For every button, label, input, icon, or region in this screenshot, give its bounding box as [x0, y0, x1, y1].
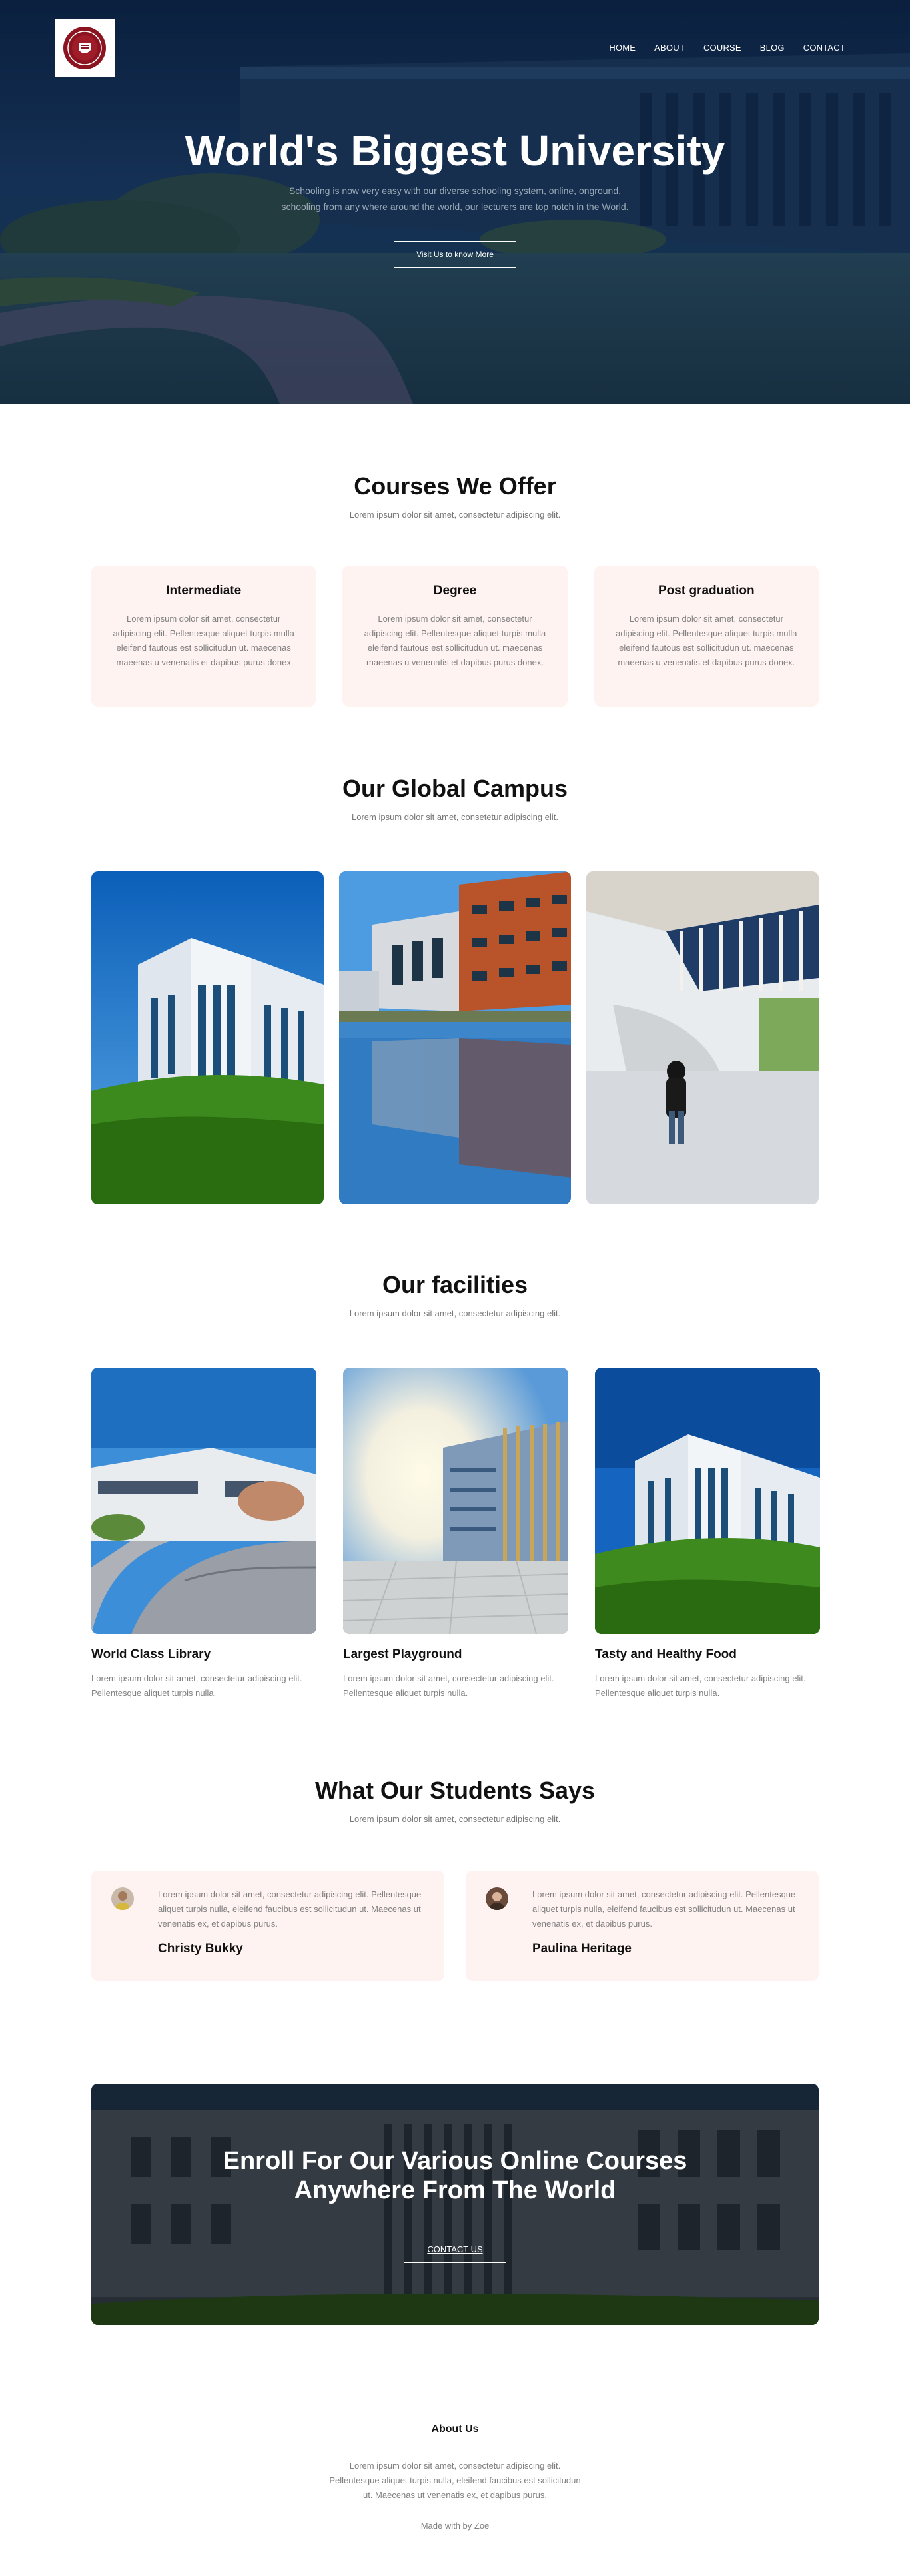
course-card-title: Intermediate: [166, 584, 242, 598]
cta-section: Enroll For Our Various Online Courses An…: [0, 1981, 910, 2325]
course-card-degree[interactable]: Degree Lorem ipsum dolor sit amet, conse…: [342, 566, 568, 707]
cta-banner: Enroll For Our Various Online Courses An…: [91, 2084, 819, 2325]
footer-text-line3: ut. Maecenas ut venenatis ex, et dapibus…: [362, 2490, 548, 2500]
avatar: [486, 1887, 508, 1910]
campus-title: Our Global Campus: [342, 775, 568, 802]
course-card-text: Lorem ipsum dolor sit amet, consectetur …: [113, 614, 294, 667]
testimonial-name: Paulina Heritage: [532, 1942, 632, 1956]
testimonial-cards: Lorem ipsum dolor sit amet, consectetur …: [91, 1871, 819, 1981]
footer-text: Lorem ipsum dolor sit amet, consectetur …: [0, 2459, 910, 2503]
top-navigation: HOME ABOUT COURSE BLOG CONTACT: [55, 19, 855, 77]
hero-title: World's Biggest University: [185, 127, 725, 175]
cta-title: Enroll For Our Various Online Courses An…: [223, 2146, 687, 2204]
nav-blog[interactable]: BLOG: [760, 43, 785, 53]
footer-text-line2: Pellentesque aliquet turpis nulla, eleif…: [329, 2475, 581, 2485]
testimonials-title: What Our Students Says: [314, 1777, 596, 1804]
course-cards: Intermediate Lorem ipsum dolor sit amet,…: [91, 566, 819, 707]
testimonials-section: What Our Students Says Lorem ipsum dolor…: [0, 1701, 910, 1981]
campus-section: Our Global Campus Lorem ipsum dolor sit …: [0, 707, 910, 1204]
facility-text: Lorem ipsum dolor sit amet, consectetur …: [91, 1673, 302, 1698]
course-card-title: Degree: [433, 584, 477, 598]
testimonial-text: Lorem ipsum dolor sit amet, consectetur …: [532, 1889, 796, 1929]
contact-us-button[interactable]: CONTACT US: [404, 2235, 506, 2263]
footer-title: About Us: [431, 2423, 479, 2435]
testimonial-card: Lorem ipsum dolor sit amet, consectetur …: [466, 1871, 819, 1981]
university-logo[interactable]: [55, 19, 115, 77]
facility-card-food[interactable]: Tasty and Healthy Food Lorem ipsum dolor…: [595, 1368, 820, 1701]
testimonials-subtitle: Lorem ipsum dolor sit amet, consectetur …: [349, 1814, 561, 1824]
facilities-title: Our facilities: [382, 1271, 528, 1298]
courses-section: Courses We Offer Lorem ipsum dolor sit a…: [0, 404, 910, 707]
facility-card-library[interactable]: World Class Library Lorem ipsum dolor si…: [91, 1368, 316, 1701]
facility-cards: World Class Library Lorem ipsum dolor si…: [91, 1368, 820, 1701]
facility-image-playground: [343, 1368, 568, 1634]
nav-course[interactable]: COURSE: [703, 43, 741, 53]
course-card-intermediate[interactable]: Intermediate Lorem ipsum dolor sit amet,…: [91, 566, 316, 707]
course-card-text: Lorem ipsum dolor sit amet, consectetur …: [364, 614, 546, 667]
course-card-post-graduation[interactable]: Post graduation Lorem ipsum dolor sit am…: [594, 566, 819, 707]
avatar: [111, 1887, 134, 1910]
facility-text: Lorem ipsum dolor sit amet, consectetur …: [343, 1673, 554, 1698]
nav-home[interactable]: HOME: [609, 43, 636, 53]
course-card-title: Post graduation: [658, 584, 755, 598]
courses-title: Courses We Offer: [354, 472, 556, 500]
nav-contact[interactable]: CONTACT: [803, 43, 845, 53]
facility-image-food: [595, 1368, 820, 1634]
hero-content: World's Biggest University Schooling is …: [0, 125, 910, 268]
testimonial-card: Lorem ipsum dolor sit amet, consectetur …: [91, 1871, 444, 1981]
testimonial-body: Lorem ipsum dolor sit amet, consectetur …: [158, 1887, 424, 1981]
footer: About Us Lorem ipsum dolor sit amet, con…: [0, 2325, 910, 2563]
hero-subtitle-line1: Schooling is now very easy with our dive…: [288, 185, 622, 196]
hero-subtitle: Schooling is now very easy with our dive…: [0, 183, 910, 215]
campus-subtitle: Lorem ipsum dolor sit amet, consetetur a…: [352, 812, 558, 822]
campus-image-white-building: [91, 871, 324, 1204]
hero-section: HOME ABOUT COURSE BLOG CONTACT World's B…: [0, 0, 910, 404]
facility-image-library: [91, 1368, 316, 1634]
courses-subtitle: Lorem ipsum dolor sit amet, consectetur …: [349, 510, 561, 520]
testimonial-text: Lorem ipsum dolor sit amet, consectetur …: [158, 1889, 422, 1929]
facility-title: Tasty and Healthy Food: [595, 1647, 737, 1661]
hero-subtitle-line2: schooling from any where around the worl…: [281, 201, 629, 212]
visit-us-button[interactable]: Visit Us to know More: [394, 241, 516, 268]
testimonial-name: Christy Bukky: [158, 1942, 243, 1956]
facility-title: World Class Library: [91, 1647, 211, 1661]
nav-about[interactable]: ABOUT: [654, 43, 685, 53]
facility-card-playground[interactable]: Largest Playground Lorem ipsum dolor sit…: [343, 1368, 568, 1701]
facility-title: Largest Playground: [343, 1647, 462, 1661]
testimonial-body: Lorem ipsum dolor sit amet, consectetur …: [532, 1887, 799, 1981]
campus-image-walkway: [586, 871, 819, 1204]
main-menu: HOME ABOUT COURSE BLOG CONTACT: [609, 43, 845, 53]
campus-image-brick-building: [338, 871, 572, 1204]
campus-gallery: [91, 871, 819, 1204]
facility-text: Lorem ipsum dolor sit amet, consectetur …: [595, 1673, 806, 1698]
facilities-section: Our facilities Lorem ipsum dolor sit ame…: [0, 1204, 910, 1701]
facilities-subtitle: Lorem ipsum dolor sit amet, consectetur …: [349, 1308, 561, 1318]
crest-icon: [63, 27, 106, 69]
cta-content: Enroll For Our Various Online Courses An…: [91, 2084, 819, 2325]
footer-text-line1: Lorem ipsum dolor sit amet, consectetur …: [349, 2461, 561, 2471]
course-card-text: Lorem ipsum dolor sit amet, consectetur …: [616, 614, 797, 667]
made-with-credit: Made with by Zoe: [420, 2521, 490, 2531]
